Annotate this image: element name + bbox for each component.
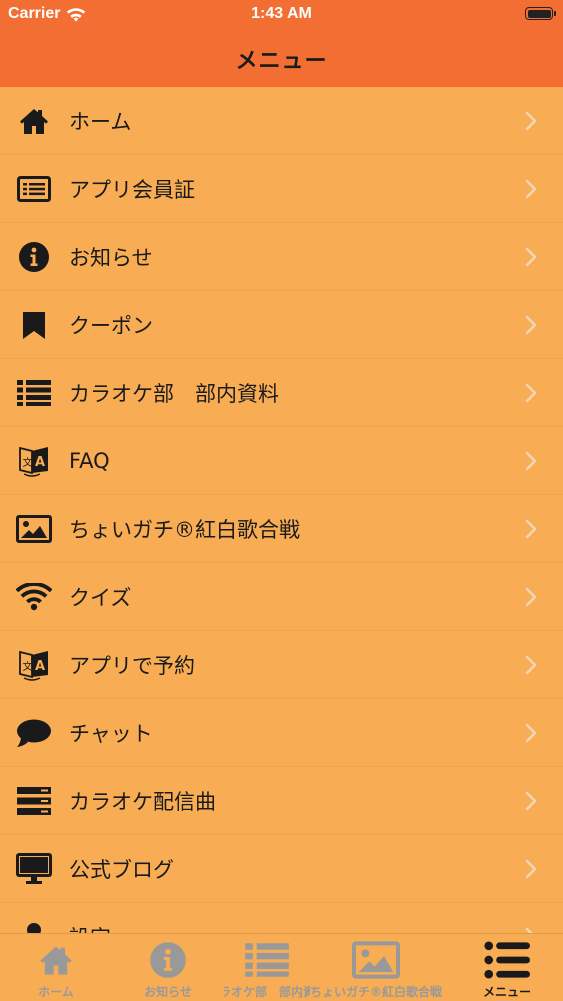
server-icon [16, 783, 52, 819]
person-icon [16, 919, 52, 933]
home-icon [16, 103, 52, 139]
list-icon [16, 375, 52, 411]
list-icon [245, 940, 289, 980]
menu-list[interactable]: ホーム アプリ会員証 お知らせ クーポン カラオケ部 部内資料 文 A FAQ … [0, 87, 563, 933]
menu-item-label: アプリで予約 [69, 653, 195, 678]
menu-item-coupon[interactable]: クーポン [0, 291, 563, 359]
menu-item-news[interactable]: お知らせ [0, 223, 563, 291]
image-icon [352, 940, 400, 980]
menu-item-faq[interactable]: 文 A FAQ [0, 427, 563, 495]
svg-text:文: 文 [23, 660, 33, 673]
menu-item-kohaku[interactable]: ちょいガチ®紅白歌合戦 [0, 495, 563, 563]
tab-kohaku[interactable]: ちょいガチ®紅白歌合戦 [290, 934, 462, 1001]
menu-item-label: チャット [69, 721, 153, 746]
page-title: メニュー [235, 48, 328, 74]
menu-item-home[interactable]: ホーム [0, 87, 563, 155]
chevron-right-icon [525, 383, 537, 402]
home-icon [37, 940, 75, 980]
chat-bubble-icon [16, 715, 52, 751]
nav-bar: メニュー [0, 30, 563, 87]
tab-label: メニュー [482, 985, 531, 999]
chevron-right-icon [525, 111, 537, 130]
status-bar: Carrier 1:43 AM [0, 0, 563, 30]
menu-item-label: カラオケ部 部内資料 [69, 381, 279, 406]
chevron-right-icon [525, 791, 537, 810]
menu-item-club-docs[interactable]: カラオケ部 部内資料 [0, 359, 563, 427]
tab-label: お知らせ [144, 985, 192, 999]
menu-item-label: 設定 [69, 922, 111, 934]
chevron-right-icon [525, 519, 537, 538]
chevron-right-icon [525, 859, 537, 878]
svg-text:A: A [35, 659, 45, 674]
chevron-right-icon [525, 655, 537, 674]
chevron-right-icon [525, 723, 537, 742]
menu-item-member-card[interactable]: アプリ会員証 [0, 155, 563, 223]
menu-item-label: クイズ [69, 585, 132, 610]
tab-label: ホーム [38, 985, 74, 999]
menu-item-label: カラオケ配信曲 [69, 789, 216, 814]
chevron-right-icon [525, 247, 537, 266]
menu-item-karaoke-songs[interactable]: カラオケ配信曲 [0, 767, 563, 835]
menu-item-quiz[interactable]: クイズ [0, 563, 563, 631]
menu-item-chat[interactable]: チャット [0, 699, 563, 767]
menu-item-label: お知らせ [69, 245, 153, 270]
menu-item-label: FAQ [69, 448, 110, 473]
menu-item-reservation[interactable]: 文 A アプリで予約 [0, 631, 563, 699]
svg-text:A: A [35, 455, 45, 470]
tab-menu[interactable]: メニュー [451, 934, 563, 1001]
tab-news[interactable]: お知らせ [112, 934, 224, 1001]
monitor-icon [16, 851, 52, 887]
menu-item-label: アプリ会員証 [69, 177, 195, 202]
translate-icon: 文 A [16, 443, 52, 479]
menu-item-label: ホーム [69, 109, 132, 134]
bookmark-icon [16, 307, 52, 343]
menu-item-settings[interactable]: 設定 [0, 903, 563, 933]
image-icon [16, 511, 52, 547]
member-card-icon [16, 171, 52, 207]
tab-home[interactable]: ホーム [0, 934, 112, 1001]
svg-text:文: 文 [23, 456, 33, 469]
menu-item-label: ちょいガチ®紅白歌合戦 [69, 517, 300, 542]
clock: 1:43 AM [251, 5, 312, 22]
info-icon [16, 239, 52, 275]
chevron-right-icon [525, 451, 537, 470]
tab-label: ちょいガチ®紅白歌合戦 [309, 985, 442, 999]
menu-item-label: 公式ブログ [69, 857, 174, 882]
info-icon [149, 940, 187, 980]
translate-icon: 文 A [16, 647, 52, 683]
menu-icon [484, 940, 530, 980]
chevron-right-icon [525, 179, 537, 198]
tab-bar: ホーム お知らせ カラオケ部 部内資料 [0, 933, 563, 1000]
wifi-icon [16, 579, 52, 615]
chevron-right-icon [525, 587, 537, 606]
battery-icon [525, 7, 556, 20]
menu-item-blog[interactable]: 公式ブログ [0, 835, 563, 903]
menu-item-label: クーポン [69, 313, 153, 338]
chevron-right-icon [525, 315, 537, 334]
